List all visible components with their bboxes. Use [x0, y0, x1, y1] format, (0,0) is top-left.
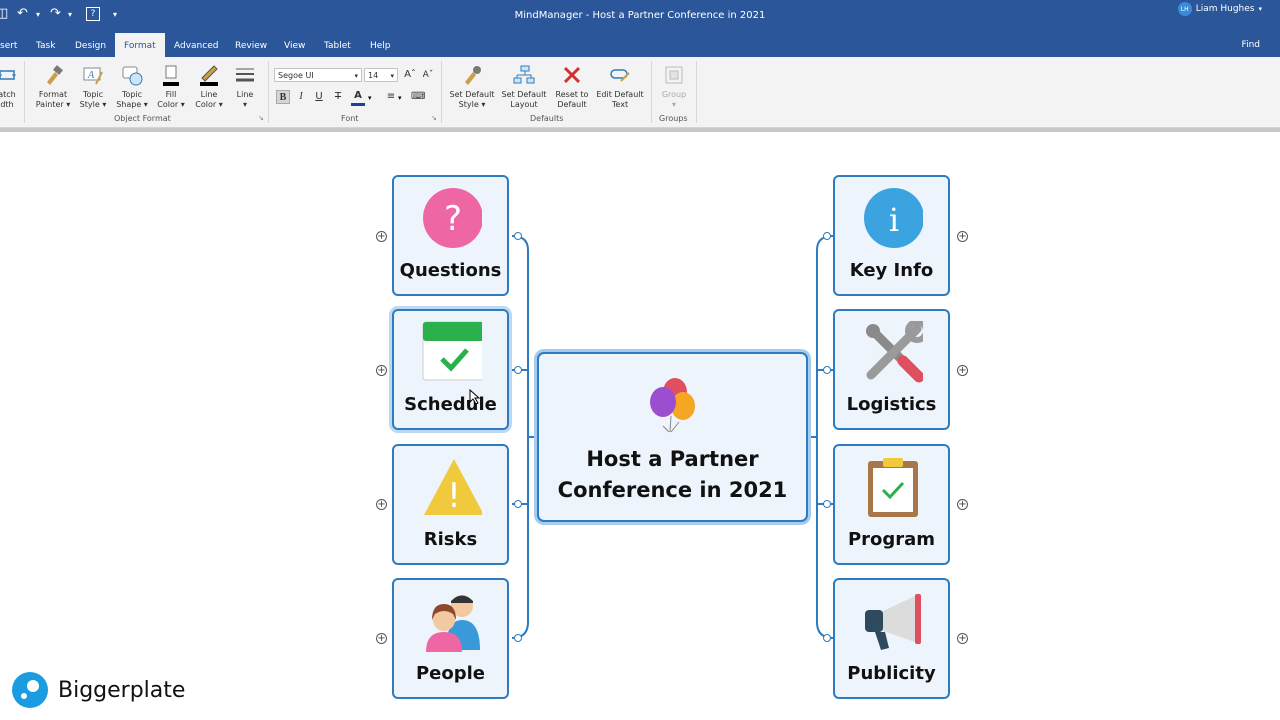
- expand-risks-button[interactable]: +: [376, 499, 387, 510]
- svg-text:?: ?: [444, 199, 462, 239]
- expand-schedule-button[interactable]: +: [376, 365, 387, 376]
- topic-people[interactable]: People: [392, 578, 509, 699]
- topic-key-info[interactable]: i Key Info: [833, 175, 950, 296]
- topic-program[interactable]: Program: [833, 444, 950, 565]
- expand-people-button[interactable]: +: [376, 633, 387, 644]
- people-icon: [422, 590, 482, 652]
- topic-logistics[interactable]: Logistics: [833, 309, 950, 430]
- balloons-icon: [641, 374, 701, 434]
- warning-icon: !: [422, 456, 482, 518]
- expand-publicity-button[interactable]: +: [957, 633, 968, 644]
- biggerplate-logo-icon: [12, 672, 48, 708]
- central-topic[interactable]: Host a Partner Conference in 2021: [537, 352, 808, 522]
- topic-label: Program: [847, 529, 936, 550]
- expand-questions-button[interactable]: +: [376, 231, 387, 242]
- info-icon: i: [863, 187, 923, 249]
- calendar-check-icon: [422, 321, 482, 383]
- biggerplate-logo: Biggerplate: [12, 672, 185, 708]
- megaphone-icon: [863, 590, 923, 652]
- topic-label: Risks: [423, 529, 478, 550]
- topic-label: People: [415, 663, 486, 684]
- topic-label: Schedule: [404, 394, 497, 415]
- expand-logistics-button[interactable]: +: [957, 365, 968, 376]
- watermark-text: Biggerplate: [58, 677, 186, 703]
- topic-questions[interactable]: ? Questions: [392, 175, 509, 296]
- question-icon: ?: [422, 187, 482, 249]
- topic-label: Key Info: [849, 260, 934, 281]
- expand-key-info-button[interactable]: +: [957, 231, 968, 242]
- svg-text:!: !: [447, 476, 461, 516]
- topic-label: Questions: [399, 260, 502, 281]
- clipboard-check-icon: [863, 456, 923, 518]
- mouse-cursor-icon: [469, 389, 481, 405]
- topic-label: Publicity: [847, 663, 936, 684]
- topic-risks[interactable]: ! Risks: [392, 444, 509, 565]
- svg-text:i: i: [889, 201, 899, 239]
- tools-icon: [863, 321, 923, 383]
- expand-program-button[interactable]: +: [957, 499, 968, 510]
- topic-label: Logistics: [846, 394, 937, 415]
- topic-publicity[interactable]: Publicity: [833, 578, 950, 699]
- topic-schedule[interactable]: Schedule: [392, 309, 509, 430]
- central-topic-label: Host a Partner Conference in 2021: [557, 447, 788, 502]
